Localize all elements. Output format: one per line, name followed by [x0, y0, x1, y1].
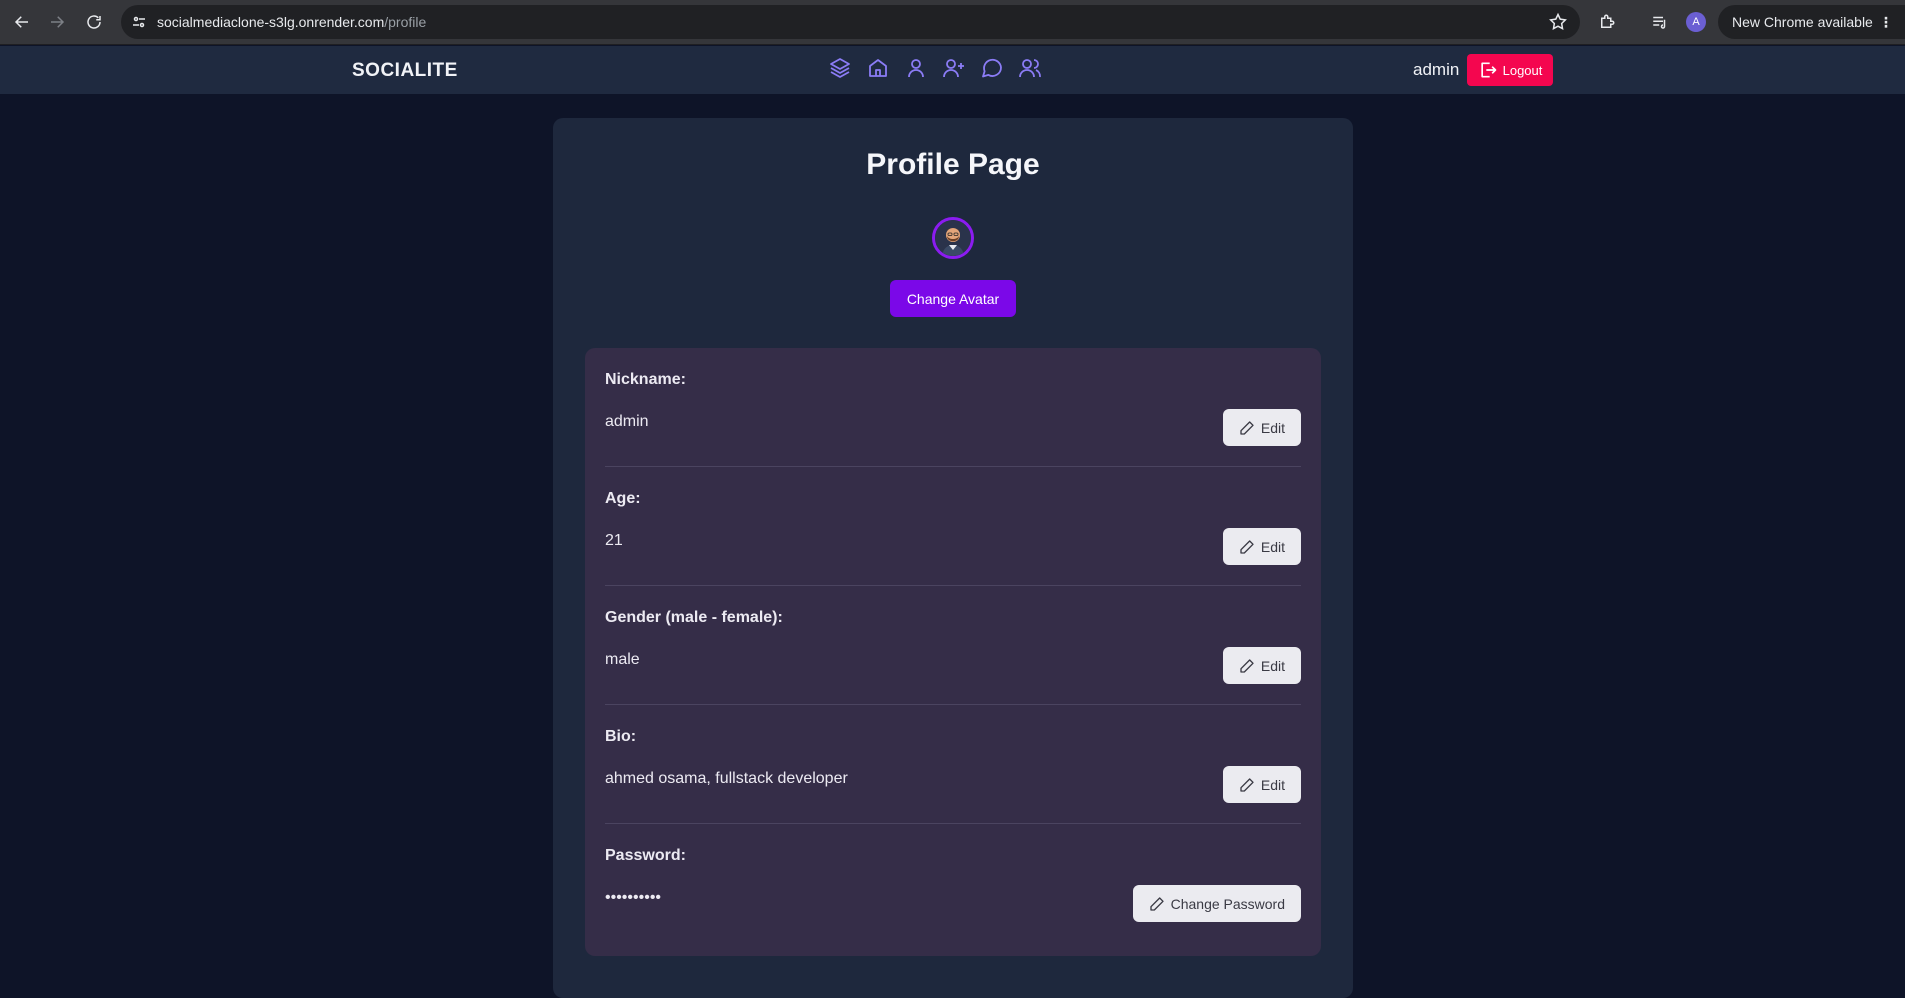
field-bio: Bio: ahmed osama, fullstack developer Ed… — [605, 705, 1301, 824]
nav-icon-group — [827, 55, 1043, 81]
logout-label: Logout — [1502, 62, 1543, 78]
edit-label: Edit — [1260, 657, 1285, 674]
pencil-icon — [1240, 658, 1254, 673]
pencil-icon — [1240, 539, 1254, 554]
nav-username: admin — [1413, 60, 1460, 79]
home-icon[interactable] — [865, 55, 891, 81]
edit-label: Edit — [1260, 776, 1285, 793]
pencil-icon — [1149, 896, 1164, 911]
site-info-icon[interactable] — [130, 13, 148, 31]
logout-icon — [1480, 62, 1496, 78]
password-value: •••••••••• — [605, 889, 662, 906]
users-icon[interactable] — [1017, 55, 1043, 81]
change-avatar-button[interactable]: Change Avatar — [890, 280, 1016, 317]
app-navbar: SOCIALITE admin — [0, 46, 1905, 94]
logout-button[interactable]: Logout — [1467, 54, 1553, 86]
message-circle-icon[interactable] — [979, 55, 1005, 81]
edit-age-button[interactable]: Edit — [1222, 528, 1301, 565]
media-queue-icon[interactable] — [1648, 10, 1672, 34]
user-plus-icon[interactable] — [941, 55, 967, 81]
user-icon[interactable] — [903, 55, 929, 81]
field-label: Nickname: — [605, 371, 686, 388]
extensions-icon[interactable] — [1595, 10, 1619, 34]
brand-logo[interactable]: SOCIALITE — [352, 60, 458, 82]
back-arrow-icon[interactable] — [10, 10, 34, 34]
more-menu-icon[interactable]: ⋮ — [1879, 14, 1893, 31]
bookmark-star-icon[interactable] — [1548, 12, 1568, 32]
field-label: Gender (male - female): — [605, 609, 783, 626]
field-value: 21 — [605, 532, 623, 549]
field-label: Bio: — [605, 728, 637, 745]
field-gender: Gender (male - female): male Edit — [605, 586, 1301, 705]
address-bar[interactable]: socialmediaclone-s3lg.onrender.com/profi… — [121, 5, 1580, 39]
profile-info-panel: Nickname: admin Edit Age: 21 Edit Gender… — [585, 348, 1321, 956]
field-password: Password: •••••••••• Change Password — [605, 824, 1301, 943]
field-age: Age: 21 Edit — [605, 467, 1301, 586]
field-nickname: Nickname: admin Edit — [605, 348, 1301, 467]
field-label: Age: — [605, 490, 641, 507]
profile-card: Profile Page Change Avatar Nickname: adm… — [553, 118, 1353, 998]
edit-label: Edit — [1260, 538, 1285, 555]
edit-nickname-button[interactable]: Edit — [1222, 409, 1301, 446]
layers-icon[interactable] — [827, 55, 853, 81]
field-label: Password: — [605, 847, 686, 864]
reload-icon[interactable] — [82, 10, 106, 34]
pencil-icon — [1240, 777, 1254, 792]
edit-label: Edit — [1260, 419, 1285, 436]
url-text: socialmediaclone-s3lg.onrender.com/profi… — [157, 14, 427, 30]
chrome-update-button[interactable]: New Chrome available ⋮ — [1718, 5, 1905, 39]
chrome-profile-avatar[interactable]: A — [1686, 12, 1706, 32]
edit-gender-button[interactable]: Edit — [1222, 647, 1301, 684]
field-value: admin — [605, 413, 649, 430]
field-value: male — [605, 651, 640, 668]
change-password-button[interactable]: Change Password — [1132, 885, 1301, 922]
field-value: ahmed osama, fullstack developer — [605, 770, 848, 787]
change-password-label: Change Password — [1170, 895, 1285, 912]
page-title: Profile Page — [866, 148, 1040, 181]
avatar — [932, 217, 974, 259]
browser-toolbar: socialmediaclone-s3lg.onrender.com/profi… — [0, 0, 1905, 45]
pencil-icon — [1240, 420, 1254, 435]
forward-arrow-icon[interactable] — [45, 10, 69, 34]
edit-bio-button[interactable]: Edit — [1222, 766, 1301, 803]
